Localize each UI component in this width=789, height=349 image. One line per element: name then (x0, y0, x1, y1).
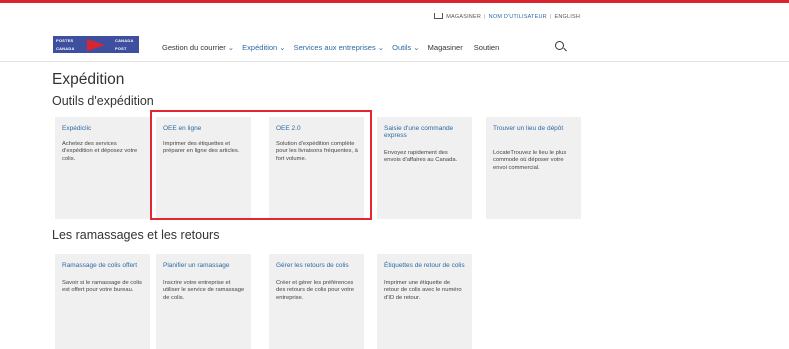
pickup-card-offered[interactable]: Ramassage de colis offert Savoir si le r… (55, 254, 150, 349)
nav-business[interactable]: Services aux entreprises (294, 43, 376, 52)
tool-card-title[interactable]: Expédiclic (62, 125, 144, 132)
shop-link[interactable]: MAGASINER (446, 14, 481, 20)
logo-text-2: CANADA (56, 46, 75, 51)
utility-separator: | (549, 14, 552, 20)
top-accent-bar (0, 0, 789, 3)
pickup-card-title[interactable]: Gérer les retours de colis (276, 262, 358, 269)
tool-card-express-order[interactable]: Saisie d'une commande express Envoyez ra… (377, 117, 472, 219)
main-header: POSTES CANADA CANADA POST Gestion du cou… (0, 24, 789, 62)
nav-tools[interactable]: Outils (392, 43, 411, 52)
nav-shipping[interactable]: Expédition (242, 43, 277, 52)
logo-text-1: POSTES (56, 38, 74, 43)
language-link[interactable]: ENGLISH (554, 14, 580, 20)
tool-card-title[interactable]: Saisie d'une commande express (384, 125, 466, 140)
pickup-card-title[interactable]: Étiquettes de retour de colis (384, 262, 466, 269)
pickup-card-desc: Imprimer une étiquette de retour de coli… (384, 280, 462, 301)
tool-card-desc: Achetez des services d'expédition et dép… (62, 141, 138, 162)
nav-shop[interactable]: Magasiner (428, 43, 463, 52)
tool-card-desc: Envoyez rapidement des envois d'affaires… (384, 150, 458, 164)
logo-text-3: CANADA (115, 38, 134, 43)
utility-separator: | (484, 14, 486, 20)
pickup-card-title[interactable]: Ramassage de colis offert (62, 262, 144, 269)
cart-icon (434, 13, 444, 19)
main-nav: Gestion du courrier ⌄ Expédition ⌄ Service… (162, 43, 501, 52)
logo-mark-icon (87, 39, 105, 51)
highlight-box (150, 110, 372, 220)
tool-card-desc: LocateTrouvez le lieu le plus commode où… (493, 150, 567, 171)
nav-mail[interactable]: Gestion du courrier (162, 43, 226, 52)
nav-chevron-icon: ⌄ (279, 43, 286, 52)
tool-card-title[interactable]: Trouver un lieu de dépôt (493, 125, 575, 132)
nav-chevron-icon: ⌄ (413, 43, 420, 52)
nav-chevron-icon: ⌄ (227, 43, 235, 52)
pickup-card-manage-returns[interactable]: Gérer les retours de colis Créer et gére… (269, 254, 364, 349)
pickup-card-desc: Savoir si le ramassage de colis est offe… (62, 280, 142, 294)
pickup-card-schedule[interactable]: Planifier un ramassage Inscrire votre en… (156, 254, 251, 349)
section-title-pickups: Les ramassages et les retours (52, 228, 220, 242)
logo-text-4: POST (115, 46, 127, 51)
tool-card-find-drop-off[interactable]: Trouver un lieu de dépôt LocateTrouvez l… (486, 117, 581, 219)
canada-post-logo[interactable]: POSTES CANADA CANADA POST (53, 36, 139, 53)
pickup-card-title[interactable]: Planifier un ramassage (163, 262, 245, 269)
search-icon[interactable] (555, 41, 564, 50)
pickup-card-desc: Créer et gérer les préférences des retou… (276, 280, 354, 301)
tool-card-expediclic[interactable]: Expédiclic Achetez des services d'expédi… (55, 117, 150, 219)
section-title-tools: Outils d'expédition (52, 94, 154, 108)
pickup-card-return-labels[interactable]: Étiquettes de retour de colis Imprimer u… (377, 254, 472, 349)
utility-bar: MAGASINER | NOM D'UTILISATEUR | ENGLISH (434, 13, 580, 20)
page-title: Expédition (52, 71, 125, 88)
pickup-card-desc: Inscrire votre entreprise et utiliser le… (163, 280, 245, 301)
nav-support[interactable]: Soutien (474, 43, 499, 52)
username-link[interactable]: NOM D'UTILISATEUR (489, 14, 547, 20)
nav-chevron-icon: ⌄ (377, 43, 385, 52)
